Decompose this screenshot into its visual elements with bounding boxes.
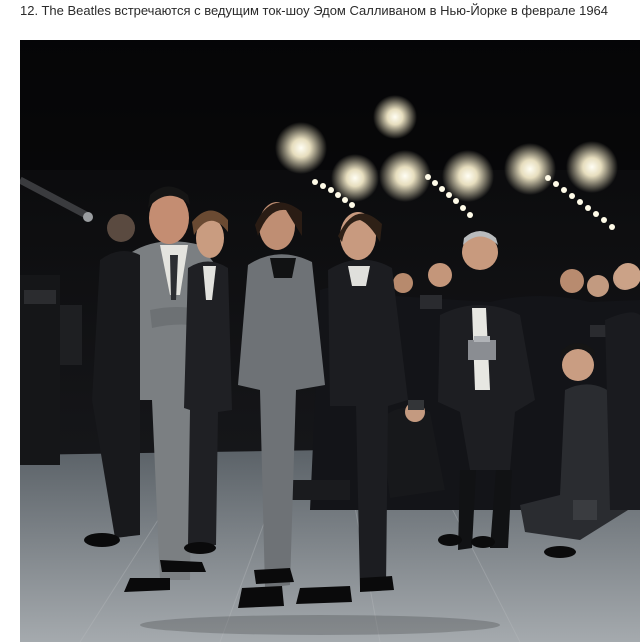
photo[interactable]: [20, 40, 640, 642]
page: 12. The Beatles встречаются с ведущим то…: [0, 0, 640, 642]
photo-illustration: [20, 40, 640, 642]
photo-caption: 12. The Beatles встречаются с ведущим то…: [20, 3, 609, 18]
